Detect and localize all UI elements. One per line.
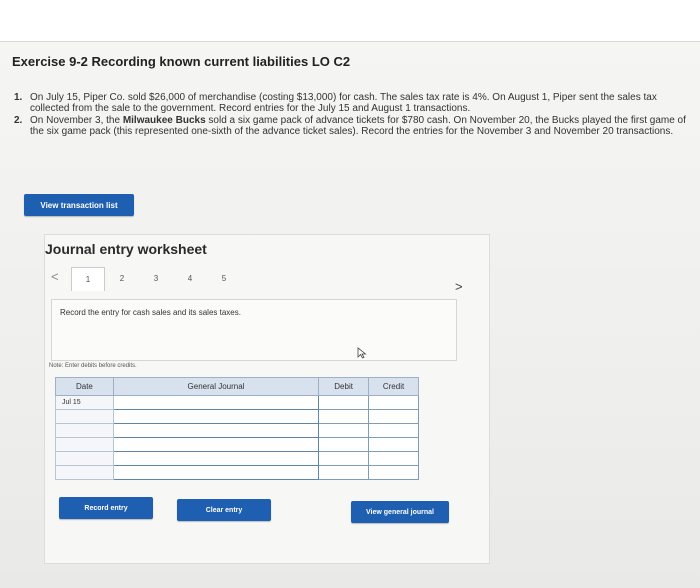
credit-input[interactable] [368,395,419,410]
date-cell [55,409,114,424]
general-journal-header: General Journal [112,377,320,396]
problem-item-2: 2. On November 3, the Milwaukee Bucks so… [14,115,690,137]
note-text: Note: Enter debits before credits. [49,363,137,369]
exercise-page: Exercise 9-2 Recording known current lia… [0,0,700,588]
mouse-pointer-icon [357,347,367,359]
account-input[interactable] [112,465,320,480]
instruction-box: Record the entry for cash sales and its … [51,299,457,361]
account-input[interactable] [112,451,320,466]
clear-entry-button[interactable]: Clear entry [177,499,271,521]
date-cell [55,423,114,438]
problem-number: 1. [14,92,23,103]
tab-1[interactable]: 1 [71,267,105,291]
table-row: Jul 15 [55,395,419,410]
debit-input[interactable] [318,465,370,480]
problem-item-1: 1. On July 15, Piper Co. sold $26,000 of… [14,92,690,114]
tab-2[interactable]: 2 [105,267,139,289]
credit-input[interactable] [368,465,419,480]
debit-input[interactable] [318,409,370,424]
worksheet-title: Journal entry worksheet [45,241,207,257]
problem-number: 2. [14,115,23,126]
date-cell [55,465,114,480]
credit-input[interactable] [368,423,419,438]
tab-5[interactable]: 5 [207,267,241,289]
top-bar [0,0,700,42]
table-row [55,409,419,424]
debit-input[interactable] [318,451,370,466]
account-input[interactable] [112,395,320,410]
journal-table: Date General Journal Debit Credit Jul 15 [55,377,419,480]
table-header-row: Date General Journal Debit Credit [55,377,419,396]
date-cell [55,451,114,466]
journal-entry-worksheet: Journal entry worksheet < 1 2 3 4 5 > Re… [44,234,490,564]
tab-3[interactable]: 3 [139,267,173,289]
debit-input[interactable] [318,395,370,410]
account-input[interactable] [112,409,320,424]
view-general-journal-button[interactable]: View general journal [351,501,449,523]
problem-text-start: On November 3, the [30,115,123,126]
credit-input[interactable] [368,451,419,466]
table-row [55,423,419,438]
date-header: Date [55,377,114,396]
problem-text: On July 15, Piper Co. sold $26,000 of me… [30,92,657,114]
table-row [55,451,419,466]
table-row [55,465,419,480]
account-input[interactable] [112,423,320,438]
debit-input[interactable] [318,437,370,452]
credit-header: Credit [368,377,419,396]
view-transaction-list-button[interactable]: View transaction list [24,194,134,216]
instruction-text: Record the entry for cash sales and its … [60,308,241,317]
record-entry-button[interactable]: Record entry [59,497,153,519]
debit-input[interactable] [318,423,370,438]
debit-header: Debit [318,377,370,396]
tab-4[interactable]: 4 [173,267,207,289]
credit-input[interactable] [368,437,419,452]
team-name: Milwaukee Bucks [122,115,206,126]
account-input[interactable] [112,437,320,452]
problem-list: 1. On July 15, Piper Co. sold $26,000 of… [14,92,690,138]
worksheet-tabs: 1 2 3 4 5 [71,267,241,291]
table-row [55,437,419,452]
credit-input[interactable] [368,409,419,424]
date-cell: Jul 15 [55,395,114,410]
chevron-right-icon[interactable]: > [455,279,463,294]
exercise-title: Exercise 9-2 Recording known current lia… [12,54,351,69]
chevron-left-icon[interactable]: < [51,269,59,284]
date-cell [55,437,114,452]
